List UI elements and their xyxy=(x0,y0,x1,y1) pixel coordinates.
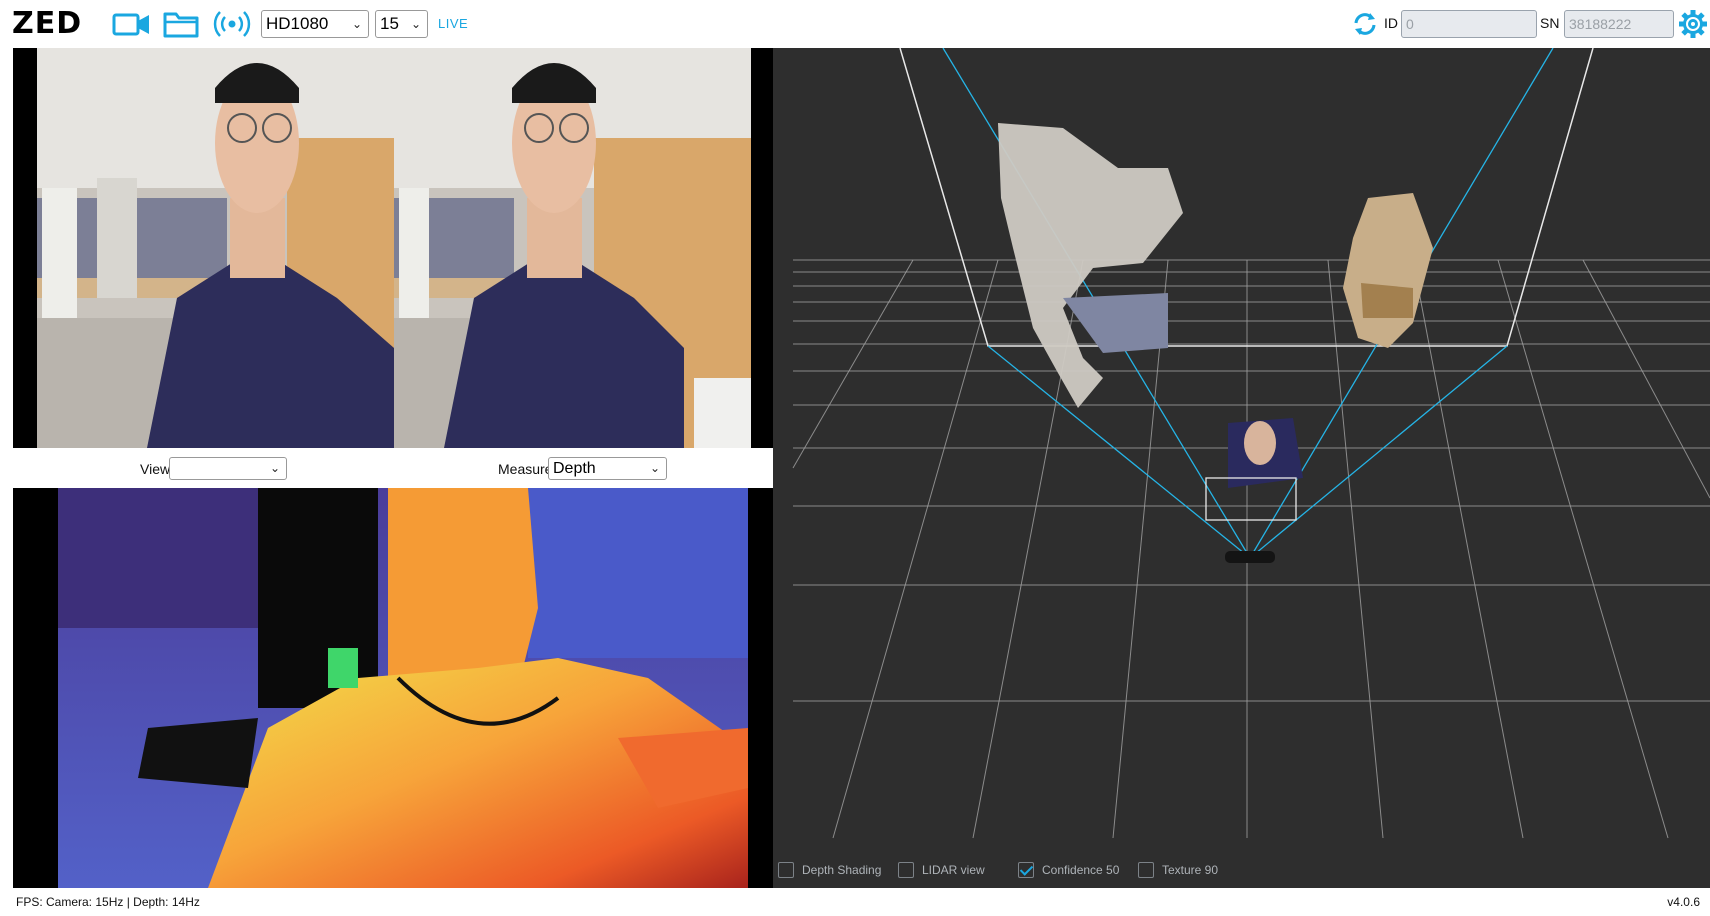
confidence-label: Confidence 50 xyxy=(1042,863,1120,877)
measure-select[interactable]: Depth ⌄ xyxy=(548,457,667,480)
left-camera-image xyxy=(37,48,394,448)
right-camera-image xyxy=(394,48,751,448)
refresh-icon[interactable] xyxy=(1351,11,1379,37)
depth-map-view xyxy=(13,488,773,888)
id-field[interactable]: 0 xyxy=(1401,10,1537,38)
lidar-view-option[interactable]: LIDAR view xyxy=(898,858,985,882)
measure-value: Depth xyxy=(553,460,596,477)
chevron-down-icon: ⌄ xyxy=(410,17,421,31)
texture-label: Texture 90 xyxy=(1162,863,1219,877)
version-label: v4.0.6 xyxy=(1667,895,1700,909)
texture-option[interactable]: Texture 90 xyxy=(1138,858,1218,882)
depth-shading-option[interactable]: Depth Shading xyxy=(778,858,881,882)
folder-icon[interactable] xyxy=(162,8,200,40)
fps-status: FPS: Camera: 15Hz | Depth: 14Hz xyxy=(16,895,200,909)
video-camera-icon[interactable] xyxy=(112,8,152,40)
sn-label: SN xyxy=(1540,15,1560,31)
fps-select[interactable]: 15 ⌄ xyxy=(375,10,428,38)
live-indicator: LIVE xyxy=(438,16,469,31)
measure-label: Measure xyxy=(498,461,553,477)
chevron-down-icon: ⌄ xyxy=(269,461,280,475)
broadcast-icon[interactable] xyxy=(212,8,252,40)
id-label: ID xyxy=(1384,15,1398,31)
confidence-option[interactable]: Confidence 50 xyxy=(1018,858,1119,882)
confidence-checkbox[interactable] xyxy=(1018,862,1034,878)
chevron-down-icon: ⌄ xyxy=(649,461,660,475)
view-label: View xyxy=(140,461,171,477)
chevron-down-icon: ⌄ xyxy=(351,17,362,31)
depth-map-image xyxy=(58,488,748,888)
texture-checkbox[interactable] xyxy=(1138,862,1154,878)
point-cloud-3d-view[interactable] xyxy=(773,48,1710,888)
top-toolbar: ZED HD1080 ⌄ 15 ⌄ LIVE ID 0 SN 38188222 xyxy=(0,0,1710,48)
lidar-view-label: LIDAR view xyxy=(922,863,985,877)
view-controls: View ⌄ Measure Depth ⌄ xyxy=(0,450,773,486)
depth-shading-label: Depth Shading xyxy=(802,863,882,877)
display-options: Depth Shading LIDAR view Confidence 50 T… xyxy=(773,858,1710,882)
sn-field[interactable]: 38188222 xyxy=(1564,10,1674,38)
zed-logo: ZED xyxy=(12,6,83,41)
gear-icon[interactable] xyxy=(1678,9,1708,39)
resolution-select[interactable]: HD1080 ⌄ xyxy=(261,10,369,38)
resolution-value: HD1080 xyxy=(266,14,329,33)
stereo-camera-view xyxy=(13,48,773,448)
lidar-view-checkbox[interactable] xyxy=(898,862,914,878)
depth-shading-checkbox[interactable] xyxy=(778,862,794,878)
point-cloud-scene xyxy=(792,48,1710,839)
fps-value: 15 xyxy=(380,14,399,33)
view-select[interactable]: ⌄ xyxy=(169,457,287,480)
